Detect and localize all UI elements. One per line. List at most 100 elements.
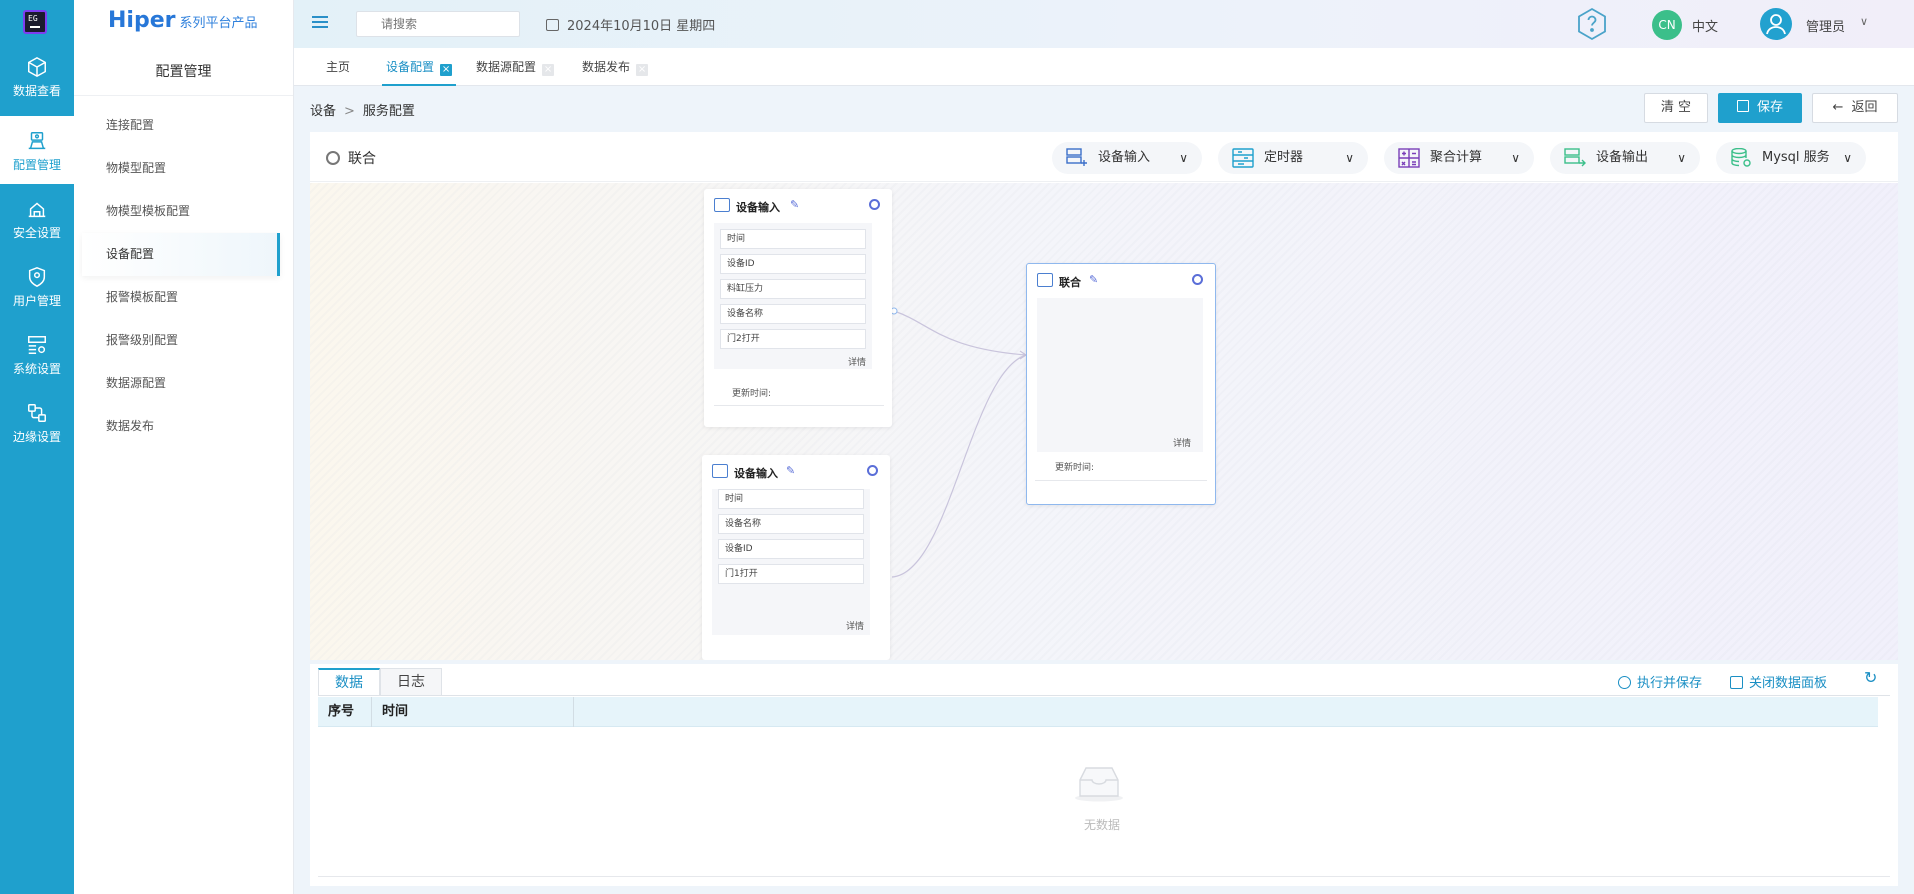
chevron-down-icon: ∨ [1677, 151, 1686, 165]
menu-toggle-icon[interactable] [312, 16, 328, 30]
sidebar-title: 配置管理 [74, 48, 293, 96]
calculator-icon [1398, 148, 1420, 168]
menu-item-thing-model-template[interactable]: 物模型模板配置 [74, 190, 293, 233]
edit-icon[interactable]: ✎ [786, 464, 795, 477]
menu-item-device-config[interactable]: 设备配置 [82, 233, 280, 276]
breadcrumb: 设备 > 服务配置 [310, 104, 415, 119]
empty-inbox-icon [1075, 767, 1123, 802]
tab-data[interactable]: 数据 [318, 668, 380, 696]
menu-item-alarm-level[interactable]: 报警级别配置 [74, 319, 293, 362]
device-input-node-1[interactable]: 设备输入 ✎ 时间 设备ID 料缸压力 设备名称 门2打开 详情 更新时间: [704, 189, 892, 427]
refresh-icon[interactable]: ↻ [1864, 668, 1877, 687]
node-fields: 时间 设备ID 料缸压力 设备名称 门2打开 详情 [714, 223, 872, 369]
system-settings-icon [28, 336, 46, 354]
updated-time: 更新时间: [732, 389, 772, 399]
menu-item-data-publish[interactable]: 数据发布 [74, 405, 293, 448]
field-item: 设备ID [720, 254, 866, 274]
icon-rail: EG 数据查看 配置管理 安全设置 用户管理 系统设置 边缘设置 [0, 0, 74, 894]
user-avatar[interactable] [1760, 8, 1792, 40]
field-item: 时间 [720, 229, 866, 249]
save-icon [1736, 100, 1749, 112]
node-header: 设备输入 ✎ [702, 455, 890, 489]
column-header-time[interactable]: 时间 [372, 697, 574, 727]
user-shield-icon [28, 267, 46, 287]
rail-item-edge[interactable]: 边缘设置 [0, 388, 74, 456]
language-badge[interactable]: CN [1652, 10, 1682, 40]
rail-item-config[interactable]: 配置管理 [0, 116, 74, 184]
gear-icon [326, 151, 340, 165]
flow-toolbar: 联合 设备输入 ∨ 定时器 ∨ 聚合计算 ∨ 设备输出 ∨ Mysql 服务 ∨ [310, 132, 1898, 182]
tool-device-output[interactable]: 设备输出 ∨ [1550, 142, 1700, 174]
timer-icon [1232, 148, 1254, 168]
help-hexagon-icon[interactable] [1574, 6, 1610, 42]
rail-item-system[interactable]: 系统设置 [0, 320, 74, 388]
menu-item-alarm-template[interactable]: 报警模板配置 [74, 276, 293, 319]
column-header-index[interactable]: 序号 [318, 697, 372, 727]
rail-item-users[interactable]: 用户管理 [0, 252, 74, 320]
settings-icon[interactable] [869, 199, 880, 210]
flow-title: 联合 [326, 148, 376, 168]
clear-button[interactable]: 清 空 [1644, 93, 1708, 123]
menu-item-datasource[interactable]: 数据源配置 [74, 362, 293, 405]
table-header: 序号 时间 [318, 697, 1878, 727]
node-header: 设备输入 ✎ [704, 189, 892, 223]
security-icon [28, 202, 46, 218]
detail-link[interactable]: 详情 [1173, 436, 1191, 449]
chevron-down-icon: ∨ [1511, 151, 1520, 165]
device-input-node-2[interactable]: 设备输入 ✎ 时间 设备名称 设备ID 门1打开 详情 [702, 455, 890, 660]
detail-link[interactable]: 详情 [848, 355, 866, 368]
settings-icon[interactable] [867, 465, 878, 476]
tool-aggregate[interactable]: 聚合计算 ∨ [1384, 142, 1534, 174]
field-item: 设备ID [718, 539, 864, 559]
empty-text: 无数据 [1084, 818, 1121, 832]
updated-time: 更新时间: [1055, 463, 1095, 473]
language-label[interactable]: 中文 [1692, 16, 1718, 35]
data-panel: 数据 日志 执行并保存 关闭数据面板 ↻ 序号 时间 无数据 [310, 664, 1898, 886]
back-button[interactable]: ← 返回 [1812, 93, 1898, 123]
menu-item-thing-model[interactable]: 物模型配置 [74, 147, 293, 190]
tab-device-config[interactable]: 设备配置 × [382, 48, 457, 86]
divider [1035, 480, 1207, 481]
union-icon [1037, 273, 1053, 287]
user-name[interactable]: 管理员 [1806, 16, 1845, 35]
tool-mysql-service[interactable]: Mysql 服务 ∨ [1716, 142, 1866, 174]
divider [714, 405, 884, 406]
table-footer-line [318, 876, 1890, 877]
detail-link[interactable]: 详情 [846, 619, 864, 632]
chevron-down-icon: ∨ [1843, 151, 1852, 165]
app-logo-icon: EG [23, 10, 47, 34]
chevron-down-icon: ∨ [1345, 151, 1354, 165]
tool-timer[interactable]: 定时器 ∨ [1218, 142, 1368, 174]
field-item: 设备名称 [720, 304, 866, 324]
field-item: 时间 [718, 489, 864, 509]
connection-line-input2 [891, 354, 1027, 578]
run-and-save-button[interactable]: 执行并保存 [1618, 672, 1702, 691]
edit-icon[interactable]: ✎ [1089, 273, 1098, 286]
tab-divider [318, 695, 1890, 696]
collapse-icon [1730, 676, 1743, 689]
close-data-panel-button[interactable]: 关闭数据面板 [1730, 672, 1827, 691]
flow-canvas[interactable]: 设备输入 ✎ 时间 设备ID 料缸压力 设备名称 门2打开 详情 更新时间: 设… [310, 183, 1898, 660]
tab-home[interactable]: 主页 [326, 48, 350, 86]
edit-icon[interactable]: ✎ [790, 198, 799, 211]
rail-item-security[interactable]: 安全设置 [0, 184, 74, 252]
device-input-icon [1066, 148, 1087, 166]
close-icon[interactable]: × [542, 64, 555, 76]
chevron-down-icon[interactable]: ∨ [1860, 15, 1868, 28]
menu-item-connection[interactable]: 连接配置 [74, 104, 293, 147]
rail-item-data-view[interactable]: 数据查看 [0, 42, 74, 110]
search-input[interactable] [356, 11, 520, 37]
close-icon[interactable]: × [636, 64, 649, 76]
tab-data-publish[interactable]: 数据发布 × [582, 48, 649, 86]
tool-device-input[interactable]: 设备输入 ∨ [1052, 142, 1202, 174]
cube-icon [28, 56, 46, 78]
sidebar-menu: 连接配置 物模型配置 物模型模板配置 设备配置 报警模板配置 报警级别配置 数据… [74, 104, 293, 448]
tab-log[interactable]: 日志 [380, 668, 442, 696]
tab-datasource-config[interactable]: 数据源配置 × [476, 48, 555, 86]
save-button[interactable]: 保存 [1718, 93, 1802, 123]
union-node[interactable]: 联合 ✎ 详情 更新时间: [1026, 263, 1216, 505]
settings-icon[interactable] [1192, 274, 1203, 285]
config-icon [28, 132, 46, 150]
flow-panel: 联合 设备输入∨ 定时器∨ 聚合计算∨ 设备输出∨ Mysql 服务∨ [310, 132, 1898, 660]
close-icon[interactable]: × [440, 64, 453, 76]
